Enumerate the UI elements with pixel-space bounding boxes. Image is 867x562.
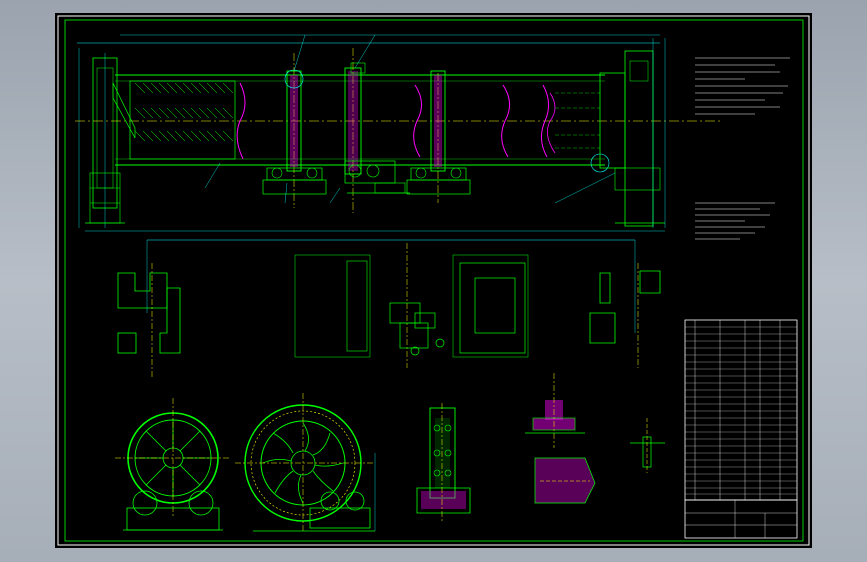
end-view-feed bbox=[115, 398, 230, 531]
outer-frame bbox=[57, 15, 810, 546]
girth-gear bbox=[344, 48, 410, 213]
tech-requirements-1 bbox=[695, 57, 790, 115]
riding-ring-2 bbox=[406, 70, 471, 203]
parts-table bbox=[684, 319, 798, 501]
cad-drawing bbox=[57, 15, 810, 546]
end-view-discharge bbox=[235, 393, 376, 533]
detail-small bbox=[630, 418, 665, 473]
discharge-hood bbox=[590, 38, 666, 228]
plan-view-row bbox=[117, 239, 661, 378]
main-elevation-view bbox=[75, 34, 720, 232]
riding-ring-1 bbox=[262, 53, 327, 208]
drawing-sheet bbox=[55, 13, 812, 548]
tech-requirements-2 bbox=[695, 202, 775, 240]
detail-seal bbox=[525, 373, 596, 504]
detail-roller bbox=[416, 403, 471, 523]
title-block bbox=[684, 499, 798, 539]
